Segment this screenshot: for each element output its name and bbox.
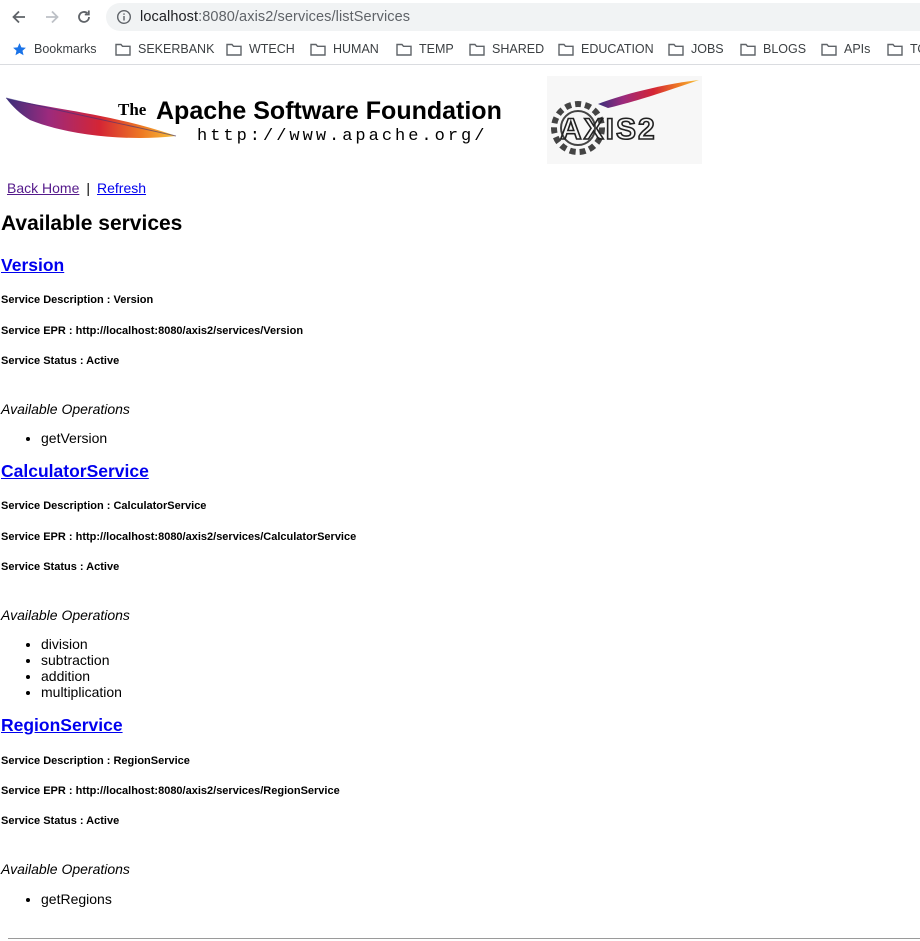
operation-item: addition bbox=[41, 668, 122, 684]
operation-item: getVersion bbox=[41, 430, 107, 446]
info-icon[interactable] bbox=[116, 9, 132, 25]
operation-item: getRegions bbox=[41, 891, 112, 907]
operation-item: subtraction bbox=[41, 652, 122, 668]
operations-list-calculatorservice: division subtraction addition multiplica… bbox=[0, 636, 122, 700]
forward-button[interactable] bbox=[42, 7, 62, 27]
service-title-calculatorservice: CalculatorService bbox=[1, 461, 149, 482]
operation-item: multiplication bbox=[41, 684, 122, 700]
axis2-logo: AXIS2 bbox=[547, 76, 702, 164]
bookmark-label: TO bbox=[910, 42, 920, 56]
refresh-link[interactable]: Refresh bbox=[97, 180, 146, 196]
apache-feather-icon bbox=[5, 97, 177, 139]
folder-icon bbox=[887, 43, 903, 56]
service-link-regionservice[interactable]: RegionService bbox=[1, 715, 123, 735]
service-status: Service Status : Active bbox=[1, 355, 120, 367]
page-nav-links: Back Home | Refresh bbox=[7, 180, 146, 196]
operation-item: division bbox=[41, 636, 122, 652]
service-epr: Service EPR : http://localhost:8080/axis… bbox=[1, 531, 357, 543]
bookmark-folder-temp[interactable]: TEMP bbox=[396, 41, 454, 57]
bookmark-label: Bookmarks bbox=[34, 42, 97, 56]
available-operations-label: Available Operations bbox=[1, 607, 130, 623]
folder-icon bbox=[740, 43, 756, 56]
banner-foundation: Apache Software Foundation bbox=[156, 97, 502, 125]
bookmark-folder-sekerbank[interactable]: SEKERBANK bbox=[115, 41, 214, 57]
service-status: Service Status : Active bbox=[1, 815, 120, 827]
folder-icon bbox=[310, 43, 326, 56]
browser-toolbar: localhost:8080/axis2/services/listServic… bbox=[0, 0, 920, 34]
available-operations-label: Available Operations bbox=[1, 861, 130, 877]
url-path: :8080/axis2/services/listServices bbox=[198, 9, 411, 25]
bookmark-label: JOBS bbox=[691, 42, 724, 56]
url-host: localhost bbox=[140, 9, 199, 25]
operations-list-regionservice: getRegions bbox=[0, 891, 112, 907]
bookmark-label: WTECH bbox=[249, 42, 295, 56]
banner-url: http://www.apache.org/ bbox=[197, 127, 487, 146]
service-title-regionservice: RegionService bbox=[1, 715, 123, 736]
back-button[interactable] bbox=[9, 7, 29, 27]
address-bar[interactable]: localhost:8080/axis2/services/listServic… bbox=[106, 3, 920, 31]
arrow-left-icon bbox=[12, 10, 25, 24]
url-text: localhost:8080/axis2/services/listServic… bbox=[140, 9, 410, 25]
bookmark-folder-apis[interactable]: APIs bbox=[821, 41, 870, 57]
service-description: Service Description : RegionService bbox=[1, 755, 190, 767]
service-epr: Service EPR : http://localhost:8080/axis… bbox=[1, 785, 340, 797]
bookmark-folder-jobs[interactable]: JOBS bbox=[668, 41, 724, 57]
folder-icon bbox=[821, 43, 837, 56]
reload-icon bbox=[78, 10, 90, 23]
nav-separator: | bbox=[86, 180, 90, 196]
reload-button[interactable] bbox=[74, 7, 94, 27]
banner-the: The bbox=[118, 100, 147, 119]
service-status: Service Status : Active bbox=[1, 561, 120, 573]
bookmark-label: APIs bbox=[844, 42, 871, 56]
folder-icon bbox=[558, 43, 574, 56]
bookmark-label: SEKERBANK bbox=[138, 42, 215, 56]
horizontal-rule bbox=[8, 938, 920, 939]
service-link-calculatorservice[interactable]: CalculatorService bbox=[1, 461, 149, 481]
bookmark-folder-human[interactable]: HUMAN bbox=[310, 41, 379, 57]
folder-icon bbox=[226, 43, 242, 56]
bookmark-label: HUMAN bbox=[333, 42, 379, 56]
service-description: Service Description : CalculatorService bbox=[1, 500, 207, 512]
service-link-version[interactable]: Version bbox=[1, 255, 64, 275]
folder-icon bbox=[115, 43, 131, 56]
bookmark-label: TEMP bbox=[419, 42, 454, 56]
apache-axis2-banner: The Apache Software Foundation http://ww… bbox=[5, 76, 702, 164]
page-title: Available services bbox=[1, 212, 183, 235]
available-operations-label: Available Operations bbox=[1, 401, 130, 417]
folder-icon bbox=[396, 43, 412, 56]
service-epr: Service EPR : http://localhost:8080/axis… bbox=[1, 325, 304, 337]
bookmark-folder-blogs[interactable]: BLOGS bbox=[740, 41, 806, 57]
folder-icon bbox=[469, 43, 485, 56]
arrow-right-icon bbox=[46, 10, 59, 24]
bookmark-folder-shared[interactable]: SHARED bbox=[469, 41, 544, 57]
star-icon bbox=[13, 42, 26, 55]
bookmark-folder-education[interactable]: EDUCATION bbox=[558, 41, 654, 57]
bookmark-label: EDUCATION bbox=[581, 42, 654, 56]
service-title-version: Version bbox=[1, 255, 64, 276]
folder-icon bbox=[668, 43, 684, 56]
bookmark-folder-wtech[interactable]: WTECH bbox=[226, 41, 295, 57]
bookmark-label: SHARED bbox=[492, 42, 545, 56]
bookmark-label: BLOGS bbox=[763, 42, 807, 56]
axis2-logo-text: AXIS2 bbox=[560, 113, 657, 146]
bookmark-folder-to[interactable]: TO bbox=[887, 41, 920, 57]
bookmarks-bar: Bookmarks SEKERBANK WTECH HUMAN TEMP SHA… bbox=[0, 34, 920, 65]
bookmark-bookmarks[interactable]: Bookmarks bbox=[12, 41, 97, 57]
operations-list-version: getVersion bbox=[0, 430, 107, 446]
back-home-link[interactable]: Back Home bbox=[7, 180, 79, 196]
service-description: Service Description : Version bbox=[1, 294, 154, 306]
